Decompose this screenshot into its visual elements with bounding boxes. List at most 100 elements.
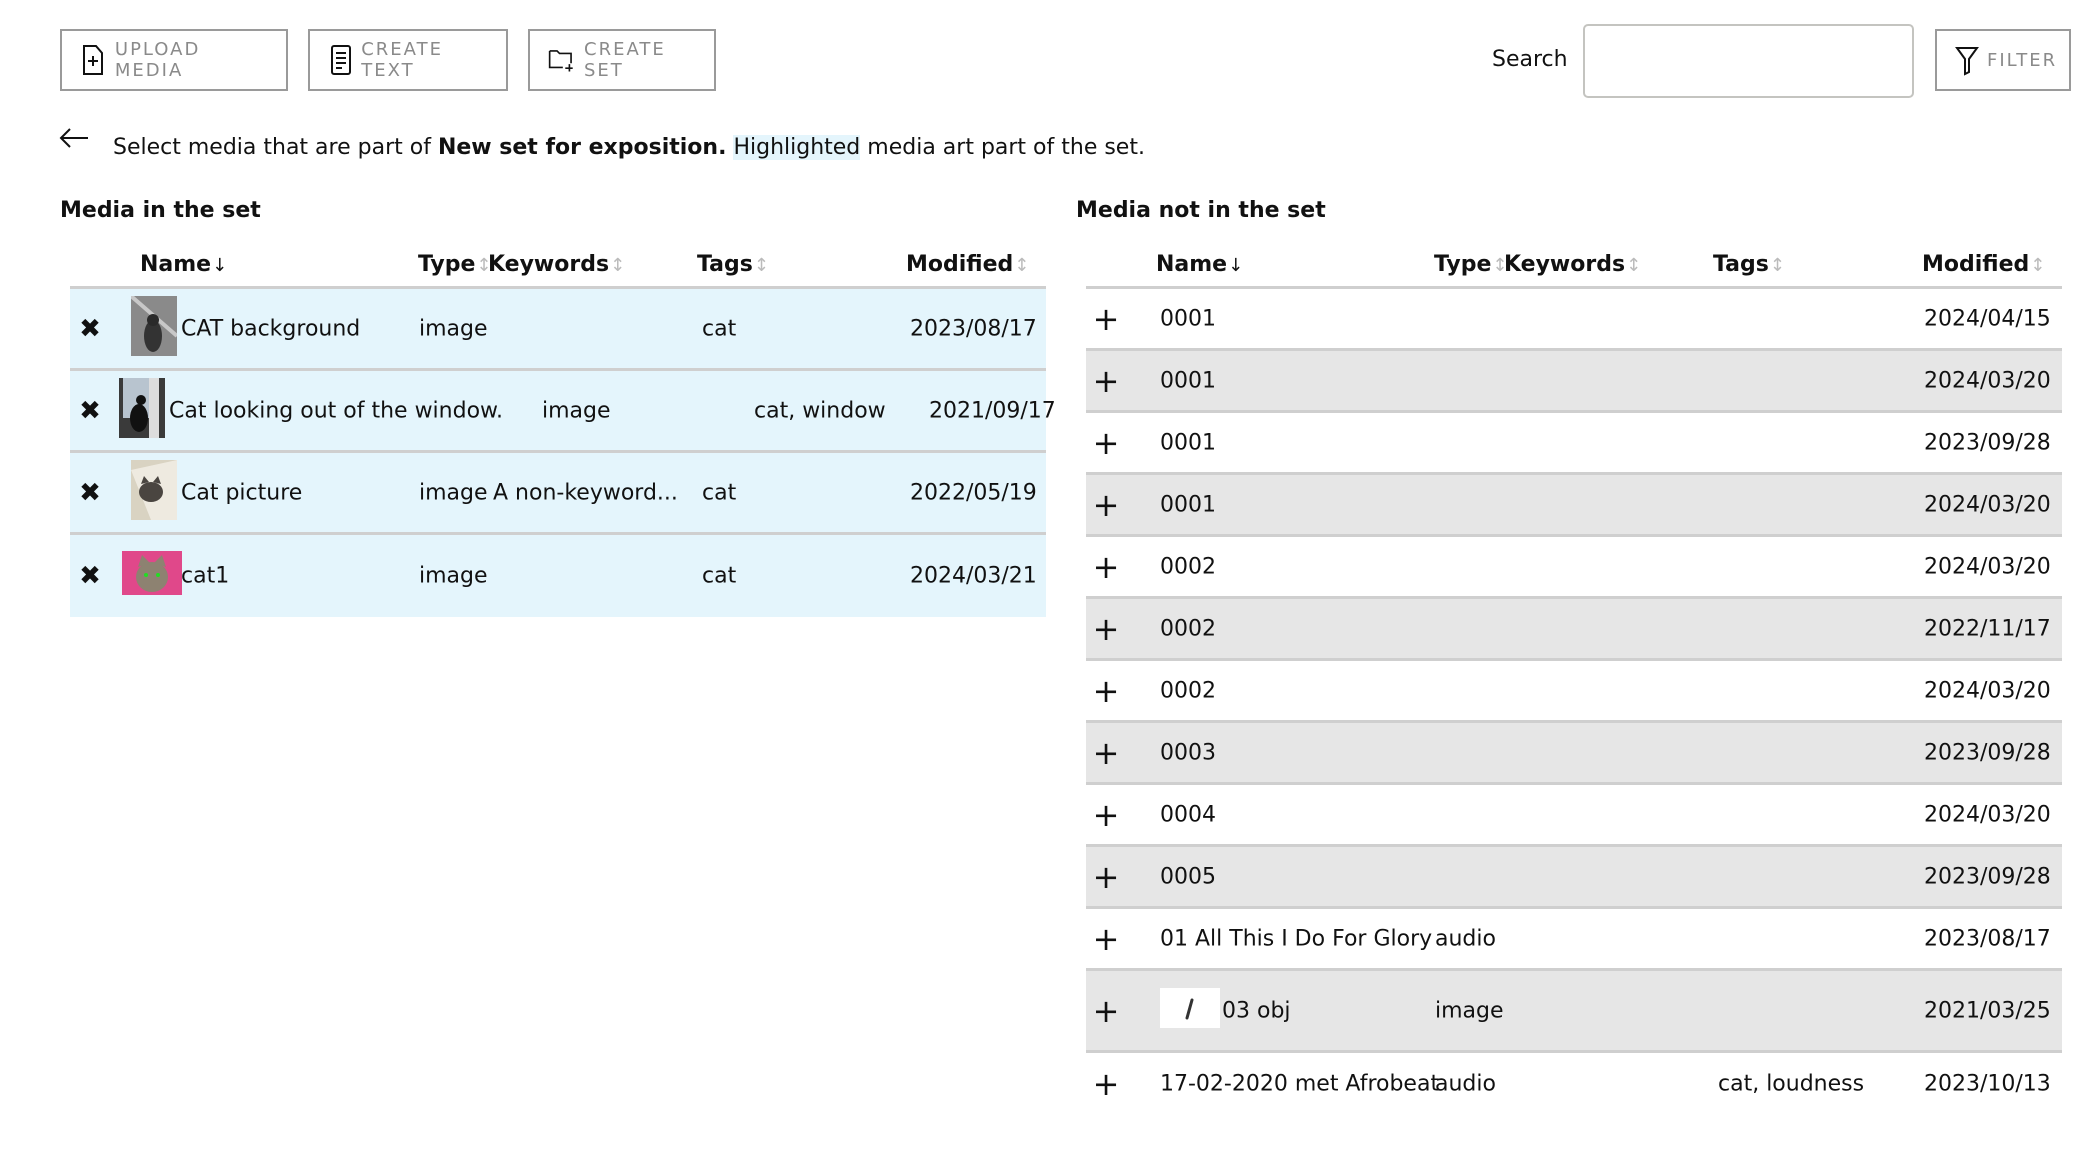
table-row[interactable]: +0002 2022/11/17 xyxy=(1086,599,2062,661)
back-button[interactable] xyxy=(58,122,90,154)
column-header-type[interactable]: Type↕ xyxy=(418,252,492,277)
table-row[interactable]: ✖ CAT background image cat 2023/08/17 xyxy=(70,289,1046,371)
table-row[interactable]: +0003 2023/09/28 xyxy=(1086,723,2062,785)
column-header-tags[interactable]: Tags↕ xyxy=(1713,252,1785,277)
table-header: Name↓ Type↕ Keywords↕ Tags↕ Modified↕ xyxy=(70,244,1046,289)
media-modified: 2024/03/20 xyxy=(1924,802,2051,827)
media-in-set-table: Name↓ Type↕ Keywords↕ Tags↕ Modified↕ ✖ C… xyxy=(70,244,1056,617)
add-to-set-button[interactable]: + xyxy=(1092,486,1120,524)
sort-down-icon: ↓ xyxy=(1228,255,1244,276)
add-to-set-button[interactable]: + xyxy=(1092,734,1120,772)
media-modified: 2023/09/28 xyxy=(1924,430,2051,455)
document-icon xyxy=(328,43,353,77)
media-name[interactable]: CAT background xyxy=(181,316,360,341)
add-to-set-button[interactable]: + xyxy=(1092,796,1120,834)
media-name[interactable]: 0002 xyxy=(1160,678,1216,703)
add-to-set-button[interactable]: + xyxy=(1092,920,1120,958)
media-name[interactable]: 0002 xyxy=(1160,616,1216,641)
table-row[interactable]: ✖ cat1 image cat 2024/03/21 xyxy=(70,535,1046,617)
upload-media-button[interactable]: UPLOAD MEDIA xyxy=(60,29,288,91)
upload-media-label: UPLOAD MEDIA xyxy=(114,39,201,81)
set-name: New set for exposition. xyxy=(437,135,727,160)
media-modified: 2021/03/25 xyxy=(1924,998,2051,1023)
media-name[interactable]: 0002 xyxy=(1160,554,1216,579)
add-to-set-button[interactable]: + xyxy=(1092,300,1120,338)
column-header-name[interactable]: Name↓ xyxy=(1156,252,1243,277)
add-to-set-button[interactable]: + xyxy=(1092,548,1120,586)
table-row[interactable]: +0001 2023/09/28 xyxy=(1086,413,2062,475)
table-row[interactable]: +0002 2024/03/20 xyxy=(1086,537,2062,599)
table-row[interactable]: +0005 2023/09/28 xyxy=(1086,847,2062,909)
media-type: image xyxy=(419,480,488,505)
create-text-button[interactable]: CREATE TEXT xyxy=(308,29,508,91)
media-tags: cat xyxy=(702,316,737,341)
add-to-set-button[interactable]: + xyxy=(1092,610,1120,648)
sort-down-icon: ↓ xyxy=(212,255,228,276)
media-name[interactable]: cat1 xyxy=(181,564,229,589)
highlight-legend: Highlighted xyxy=(733,135,861,160)
table-row[interactable]: ✖ Cat picture image A non-keyword... cat 2022… xyxy=(70,453,1046,535)
column-header-tags[interactable]: Tags↕ xyxy=(697,252,769,277)
remove-from-set-button[interactable]: ✖ xyxy=(76,478,104,508)
media-type: audio xyxy=(1435,1071,1496,1097)
instruction-text: Select media that are part of New set fo… xyxy=(113,133,1145,163)
media-modified: 2022/11/17 xyxy=(1924,616,2051,641)
filter-button[interactable]: FILTER xyxy=(1935,29,2071,91)
media-name[interactable]: 0005 xyxy=(1160,864,1216,889)
table-header: Name↓ Type↕ Keywords↕ Tags↕ Modified↕ xyxy=(1086,244,2062,289)
media-name[interactable]: 0004 xyxy=(1160,802,1216,827)
file-plus-icon xyxy=(80,43,107,77)
sort-icon: ↕ xyxy=(2030,255,2046,276)
media-in-set-heading: Media in the set xyxy=(60,198,261,223)
table-row[interactable]: +0001 2024/03/20 xyxy=(1086,351,2062,413)
table-row[interactable]: +03 obj image 2021/03/25 xyxy=(1086,971,2062,1053)
media-name[interactable]: 0001 xyxy=(1160,430,1216,455)
table-row[interactable]: +01 All This I Do For Glory audio 2023/08/… xyxy=(1086,909,2062,971)
search-label: Search xyxy=(1492,47,1568,72)
table-row[interactable]: +0001 2024/04/15 xyxy=(1086,289,2062,351)
add-to-set-button[interactable]: + xyxy=(1092,1065,1120,1103)
media-name[interactable]: 0003 xyxy=(1160,740,1216,765)
column-header-keywords[interactable]: Keywords↕ xyxy=(488,252,625,277)
media-tags: cat xyxy=(702,480,737,505)
table-row[interactable]: +0001 2024/03/20 xyxy=(1086,475,2062,537)
media-type: image xyxy=(419,316,488,341)
column-header-modified[interactable]: Modified↕ xyxy=(906,252,1029,277)
media-modified: 2021/09/17 xyxy=(929,398,1056,423)
column-header-modified[interactable]: Modified↕ xyxy=(1922,252,2045,277)
media-modified: 2023/10/13 xyxy=(1924,1071,2051,1097)
sort-icon: ↕ xyxy=(1626,255,1642,276)
media-name[interactable]: 0001 xyxy=(1160,306,1216,331)
remove-from-set-button[interactable]: ✖ xyxy=(76,561,104,591)
folder-plus-icon xyxy=(548,43,576,77)
media-type: image xyxy=(419,563,488,589)
media-name[interactable]: 0001 xyxy=(1160,492,1216,517)
media-thumbnail xyxy=(119,377,165,444)
remove-from-set-button[interactable]: ✖ xyxy=(76,314,104,344)
media-name[interactable]: 0001 xyxy=(1160,368,1216,393)
funnel-icon xyxy=(1955,43,1979,77)
table-row[interactable]: ✖ Cat looking out of the window. image cat,… xyxy=(70,371,1056,453)
table-row[interactable]: +17-02-2020 met Afrobeat audio cat, loudne… xyxy=(1086,1053,2062,1115)
add-to-set-button[interactable]: + xyxy=(1092,672,1120,710)
media-name[interactable]: Cat picture xyxy=(181,480,302,505)
media-name[interactable]: 03 obj xyxy=(1222,998,1291,1023)
add-to-set-button[interactable]: + xyxy=(1092,858,1120,896)
media-thumbnail xyxy=(129,293,179,362)
column-header-keywords[interactable]: Keywords↕ xyxy=(1504,252,1641,277)
create-set-label: CREATE SET xyxy=(584,39,666,81)
create-set-button[interactable]: CREATE SET xyxy=(528,29,716,91)
media-name[interactable]: 17-02-2020 met Afrobeat xyxy=(1160,1072,1439,1097)
search-input[interactable] xyxy=(1583,24,1914,98)
table-row[interactable]: +0004 2024/03/20 xyxy=(1086,785,2062,847)
media-type: audio xyxy=(1435,926,1496,951)
add-to-set-button[interactable]: + xyxy=(1092,992,1120,1030)
column-header-type[interactable]: Type↕ xyxy=(1434,252,1508,277)
remove-from-set-button[interactable]: ✖ xyxy=(76,396,104,426)
column-header-name[interactable]: Name↓ xyxy=(140,252,227,277)
table-row[interactable]: +0002 2024/03/20 xyxy=(1086,661,2062,723)
media-name[interactable]: 01 All This I Do For Glory xyxy=(1160,926,1432,951)
add-to-set-button[interactable]: + xyxy=(1092,424,1120,462)
media-name[interactable]: Cat looking out of the window. xyxy=(169,398,503,423)
add-to-set-button[interactable]: + xyxy=(1092,362,1120,400)
